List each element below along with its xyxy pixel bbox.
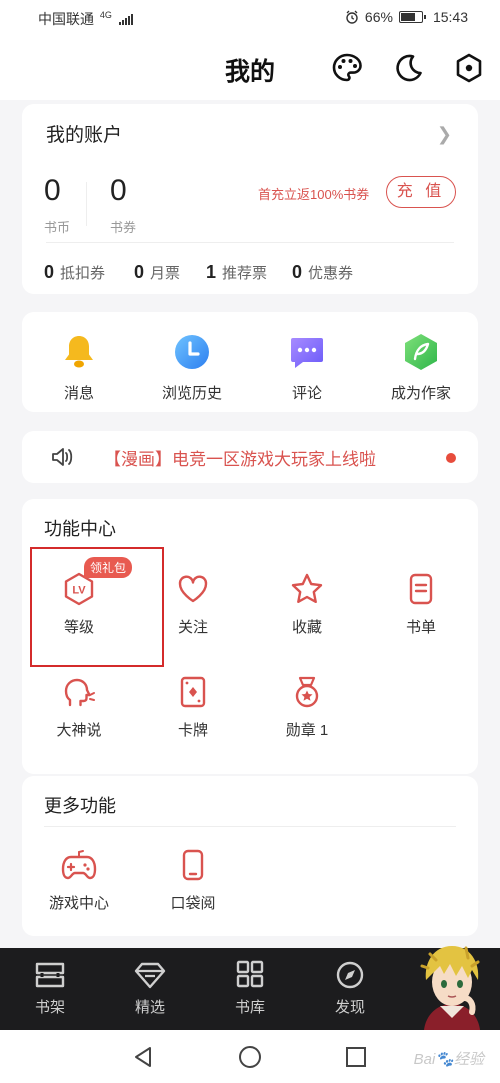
function-label: 卡牌 [177,722,208,739]
tab-label: 书库 [234,999,265,1016]
speaker-icon [52,448,73,466]
palette-icon[interactable] [331,52,363,84]
back-icon[interactable] [131,1045,155,1069]
speaking-head-icon [64,678,95,707]
promo-text: 首充立返100%书券 [258,187,370,202]
feather-icon [405,334,437,370]
notice-dot [446,453,456,463]
coins-label: 书币 [44,220,71,235]
section-title: 功能中心 [44,519,116,539]
coupon-deduction[interactable]: 0 抵扣券 [44,262,105,283]
tab-featured[interactable]: 精选 [115,960,185,1017]
function-label: 收藏 [291,619,322,636]
coupon-label: 优惠券 [308,265,354,282]
tab-library[interactable]: 书库 [215,960,285,1017]
coupon-discount[interactable]: 0 优惠券 [292,262,353,283]
settings-hexagon-icon[interactable] [453,52,485,84]
coupon-value: 1 [206,262,217,282]
signal-icon [118,14,133,25]
network-label: 4G [99,10,112,20]
clock-time: 15:43 [432,9,468,25]
quick-action-label: 评论 [291,385,322,402]
account-title[interactable]: 我的账户 [46,120,122,147]
more-pocket-read[interactable]: 口袋阅 [138,848,248,913]
function-booklist[interactable]: 书单 [366,572,476,637]
function-favorites[interactable]: 收藏 [252,572,362,637]
coupon-label: 推荐票 [222,265,268,282]
highlight-box [30,547,164,667]
quick-actions-card: 消息 浏览历史 评论 成为作家 [22,312,478,412]
bell-icon [65,336,93,368]
stat-divider [86,182,87,226]
recharge-button[interactable]: 充 值 [386,176,456,208]
gamepad-icon [61,850,97,880]
diamond-icon [134,962,166,989]
recents-icon[interactable] [344,1045,368,1069]
clock-icon [175,335,209,369]
coupon-label: 抵扣券 [60,265,106,282]
phone-icon [182,849,204,881]
vouchers-label: 书券 [110,220,137,235]
status-left: 中国联通 4G [38,9,133,29]
page-header: 我的 [0,34,500,100]
vouchers-value[interactable]: 0 [110,174,127,208]
function-label: 书单 [405,619,436,636]
moon-icon[interactable] [393,52,425,84]
quick-action-comments[interactable]: 评论 [252,332,362,403]
divider [44,826,456,827]
tab-discover[interactable]: 发现 [315,960,385,1017]
more-functions-card: 更多功能 游戏中心 口袋阅 [22,776,478,936]
section-title: 更多功能 [44,796,116,816]
quick-action-messages[interactable]: 消息 [24,332,134,403]
watermark-logo: Bai🐾经验 [413,1051,484,1068]
coins-value[interactable]: 0 [44,174,61,208]
quick-action-history[interactable]: 浏览历史 [137,332,247,403]
more-function-label: 口袋阅 [170,895,216,912]
quick-action-label: 成为作家 [390,385,451,402]
quick-action-label: 消息 [63,385,94,402]
heart-icon [178,575,208,603]
function-great-god-says[interactable]: 大神说 [24,675,134,740]
home-icon[interactable] [238,1045,262,1069]
tab-label: 发现 [334,999,365,1016]
more-function-label: 游戏中心 [48,895,109,912]
function-medals[interactable]: 勋章 1 [252,675,362,740]
carrier-label: 中国联通 [38,11,94,27]
comment-icon [291,338,323,368]
notice-text[interactable]: 【漫画】电竞一区游戏大玩家上线啦 [104,445,376,470]
coupon-label: 月票 [150,265,181,282]
medal-icon [295,676,319,708]
quick-action-become-author[interactable]: 成为作家 [366,332,476,403]
tab-label: 精选 [134,999,165,1016]
chevron-right-icon[interactable]: ❯ [437,124,452,145]
coupon-recommend-ticket[interactable]: 1 推荐票 [206,262,267,283]
star-icon [291,573,323,603]
coupon-value: 0 [44,262,55,282]
function-label: 大神说 [56,722,102,739]
function-cards[interactable]: 卡牌 [138,675,248,740]
card-icon [180,676,206,708]
quick-action-label: 浏览历史 [161,385,222,402]
battery-icon [398,11,426,23]
page-title: 我的 [224,58,275,86]
battery-percent: 66% [364,9,393,25]
coupon-value: 0 [292,262,303,282]
status-right: 66% 15:43 [345,9,468,25]
account-card: 我的账户 ❯ 0 书币 0 书券 首充立返100%书券 充 值 0 抵扣券 0 月票… [22,104,478,294]
tab-bookshelf[interactable]: 书架 [15,960,85,1017]
avatar[interactable] [404,936,500,1030]
coupon-value: 0 [134,262,145,282]
notice-card[interactable]: 【漫画】电竞一区游戏大玩家上线啦 [22,431,478,483]
divider [46,242,454,243]
booklist-icon [409,573,433,605]
grid-icon [236,960,264,988]
status-bar: 中国联通 4G 66% 15:43 [0,0,500,34]
more-game-center[interactable]: 游戏中心 [24,848,134,913]
alarm-icon [346,10,358,24]
coupon-monthly-ticket[interactable]: 0 月票 [134,262,180,283]
compass-icon [336,961,364,989]
function-label: 勋章 1 [285,722,329,739]
bookshelf-icon [35,962,65,988]
tab-label: 书架 [34,999,65,1016]
